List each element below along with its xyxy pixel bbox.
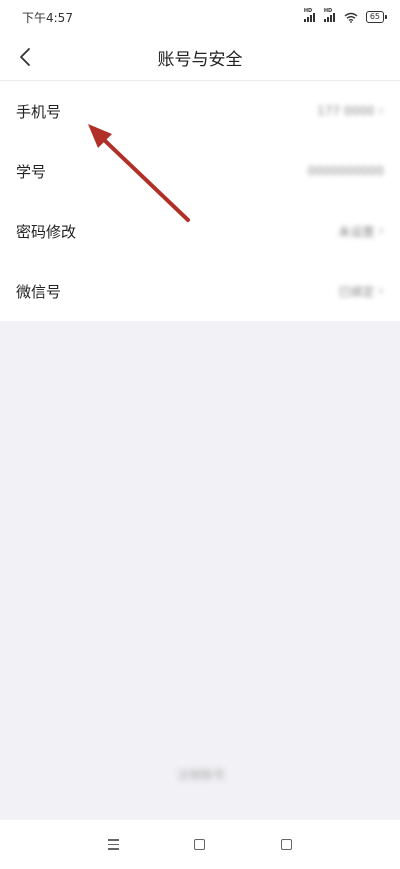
back-arrow-icon [20, 48, 30, 66]
status-icons: HD HD 65 [303, 8, 388, 23]
row-label: 密码修改 [16, 222, 77, 241]
menu-icon [107, 839, 119, 850]
navigation-bar: 账号与安全 [0, 34, 400, 80]
recents-icon [281, 839, 293, 850]
row-label: 微信号 [16, 282, 62, 301]
row-value: 已绑定 › [338, 283, 384, 300]
row-label: 学号 [16, 162, 47, 181]
signal-hd-label-2: HD [323, 8, 333, 14]
row-value: 0000000000 [308, 164, 384, 178]
deactivate-account-link[interactable]: 注销账号 [160, 766, 242, 788]
row-student-id[interactable]: 学号 0000000000 [0, 141, 400, 201]
battery-indicator: 65 [365, 11, 388, 23]
signal-icon-2: HD [323, 8, 338, 22]
row-label: 手机号 [16, 102, 62, 121]
chevron-right-icon: › [378, 283, 384, 299]
recents-button[interactable] [275, 833, 299, 857]
chevron-right-icon: › [378, 223, 384, 239]
back-button[interactable] [10, 42, 40, 72]
row-value-text: 0000000000 [307, 164, 384, 178]
home-button[interactable] [188, 833, 212, 857]
menu-button[interactable] [101, 833, 125, 857]
row-value: 未设置 › [338, 223, 384, 240]
row-value-text: 已绑定 [338, 284, 375, 299]
row-value: 177 0000 › [317, 103, 384, 119]
chevron-right-icon: › [378, 103, 384, 119]
system-navigation-bar [0, 820, 400, 869]
page-title: 账号与安全 [157, 49, 243, 70]
status-time: 下午4:57 [22, 10, 73, 25]
account-settings-list: 手机号 177 0000 › 学号 0000000000 密码修改 未设置 › … [0, 80, 400, 321]
signal-hd-label: HD [303, 8, 313, 14]
home-icon [194, 839, 206, 850]
row-phone-number[interactable]: 手机号 177 0000 › [0, 81, 400, 141]
wifi-icon [344, 12, 358, 23]
status-bar: 下午4:57 HD HD 65 [0, 0, 400, 34]
row-value-text: 未设置 [338, 224, 375, 239]
row-wechat-id[interactable]: 微信号 已绑定 › [0, 261, 400, 321]
row-value-text: 177 0000 [317, 104, 375, 118]
signal-icon: HD [303, 8, 318, 22]
row-change-password[interactable]: 密码修改 未设置 › [0, 201, 400, 261]
